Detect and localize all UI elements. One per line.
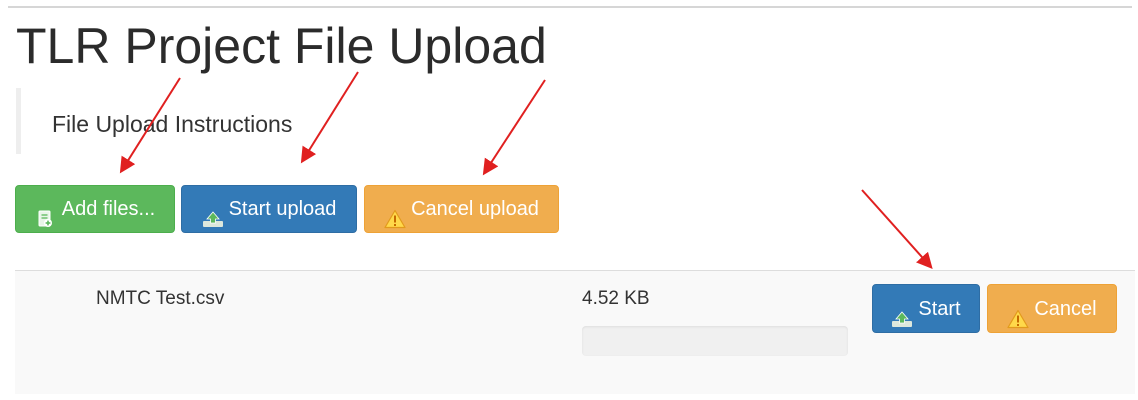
file-start-button[interactable]: Start [872,284,980,333]
warning-icon [1007,299,1029,328]
add-files-button[interactable]: Add files... [15,185,175,233]
file-name: NMTC Test.csv [96,288,225,309]
file-cancel-label: Cancel [1034,297,1097,320]
add-files-label: Add files... [61,198,156,220]
file-size: 4.52 KB [582,288,650,309]
file-add-icon [35,199,55,227]
file-start-label: Start [918,297,961,320]
cancel-upload-label: Cancel upload [411,198,539,220]
start-upload-label: Start upload [228,198,337,220]
top-divider [8,6,1132,8]
warning-icon [384,199,406,229]
annotation-arrow [861,189,933,269]
file-cancel-button[interactable]: Cancel [987,284,1117,333]
instructions-panel: File Upload Instructions [16,88,516,154]
upload-page: TLR Project File Upload File Upload Inst… [0,0,1138,400]
start-upload-button[interactable]: Start upload [181,185,357,233]
upload-progress-bar [582,326,848,356]
upload-icon [202,199,223,227]
upload-icon [891,299,913,327]
cancel-upload-button[interactable]: Cancel upload [364,185,559,233]
page-title: TLR Project File Upload [16,18,547,74]
instructions-link[interactable]: File Upload Instructions [52,110,292,138]
